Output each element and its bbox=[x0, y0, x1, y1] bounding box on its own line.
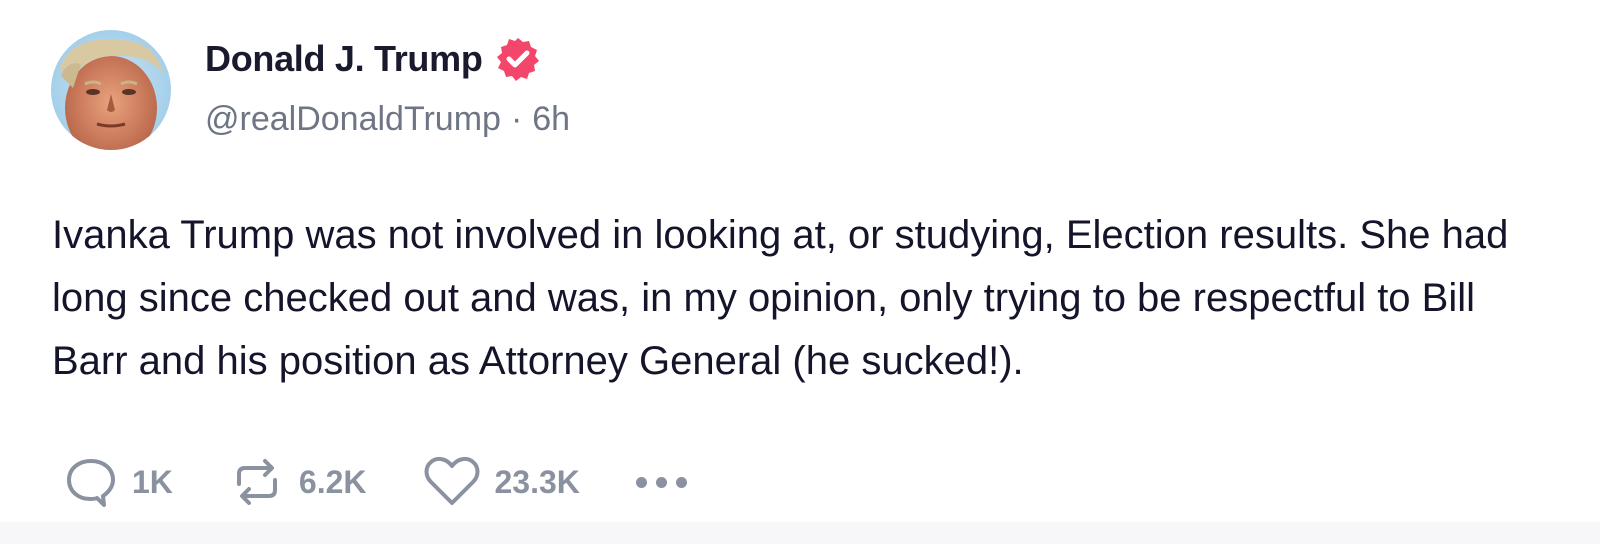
reply-icon bbox=[67, 459, 115, 507]
like-icon bbox=[424, 456, 479, 505]
like-count: 23.3K bbox=[494, 463, 580, 500]
author-name-row: Donald J. Trump bbox=[205, 34, 541, 84]
post-timestamp[interactable]: 6h bbox=[532, 100, 570, 138]
more-icon-dot bbox=[635, 476, 647, 488]
repost-button[interactable]: 6.2K bbox=[229, 454, 367, 510]
more-icon-dot bbox=[655, 476, 667, 488]
avatar-image bbox=[51, 30, 171, 150]
repost-icon bbox=[236, 459, 277, 505]
card-bottom-edge bbox=[0, 522, 1600, 544]
repost-count: 6.2K bbox=[298, 463, 367, 500]
author-meta-row: @realDonaldTrump · 6h bbox=[205, 100, 570, 139]
verified-badge-icon bbox=[495, 36, 541, 82]
post-card: Donald J. Trump @realDonaldTrump · 6h Ivan… bbox=[0, 0, 1600, 544]
avatar[interactable] bbox=[51, 30, 171, 150]
like-button[interactable]: 23.3K bbox=[423, 455, 580, 509]
meta-separator: · bbox=[510, 100, 523, 138]
reply-count: 1K bbox=[132, 463, 173, 500]
more-options-button[interactable] bbox=[635, 476, 687, 488]
post-body-text: Ivanka Trump was not involved in looking… bbox=[52, 213, 1509, 383]
author-display-name[interactable]: Donald J. Trump bbox=[205, 38, 483, 80]
action-bar: 1K 6.2K 23.3K bbox=[64, 452, 687, 512]
reply-button[interactable]: 1K bbox=[64, 455, 173, 509]
more-icon-dot bbox=[675, 476, 687, 488]
author-handle[interactable]: @realDonaldTrump bbox=[205, 100, 501, 138]
